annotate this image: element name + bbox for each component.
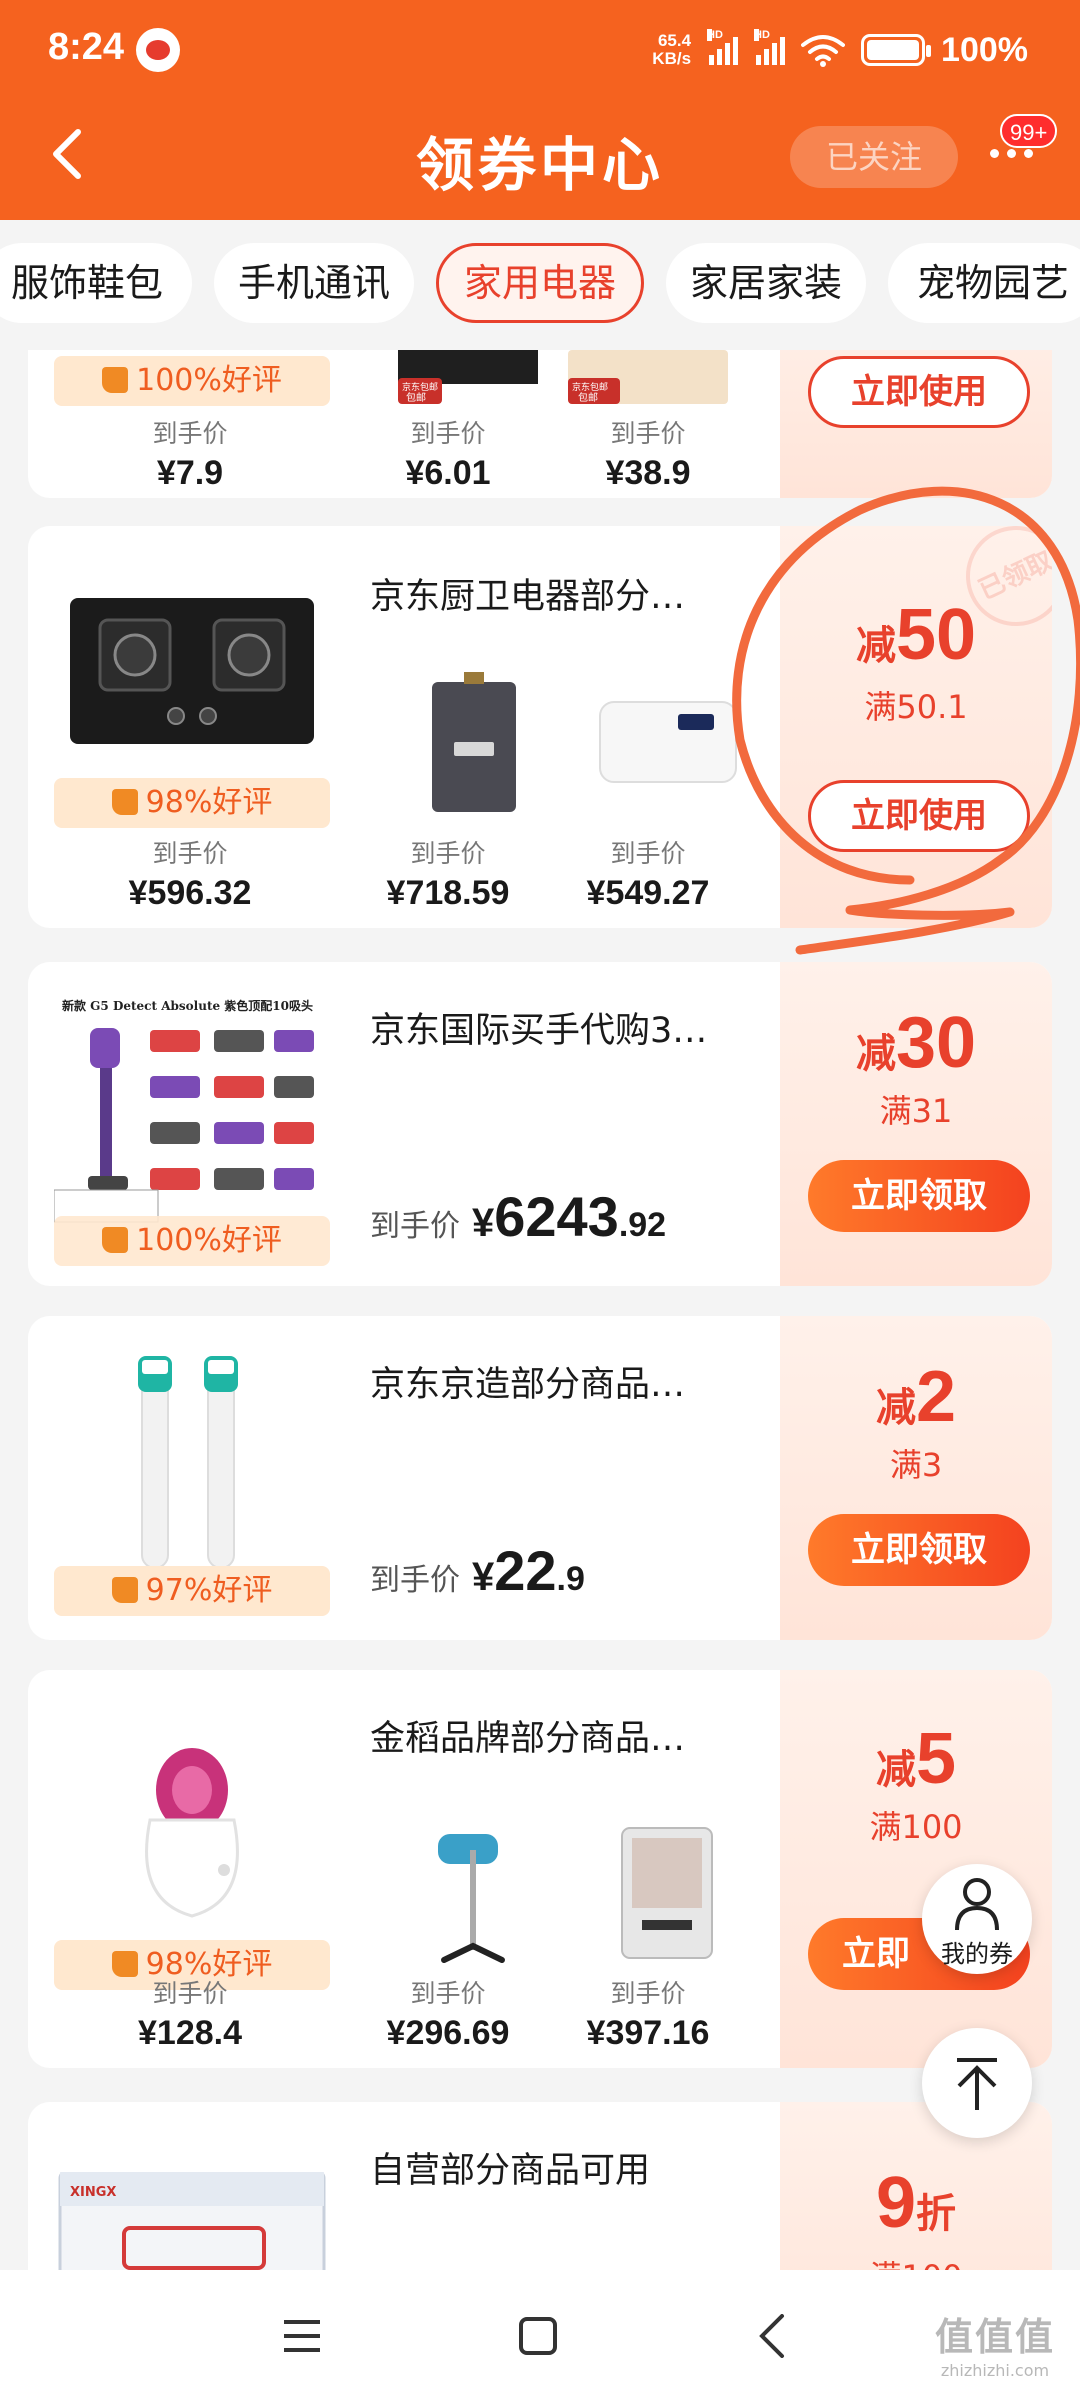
follow-button[interactable]: 已关注 [790, 126, 958, 188]
product-price: 到手价 ¥128.4 [138, 1979, 242, 2052]
use-now-button[interactable]: 立即使用 [808, 780, 1030, 852]
svg-text:包邮: 包邮 [578, 391, 598, 404]
coupon-card[interactable]: 98%好评 京东厨卫电器部分… 到手价 ¥596.32 到手价 ¥718.59 [28, 526, 1052, 928]
electric-water-heater-image[interactable] [588, 672, 748, 822]
coupon-card[interactable]: XINGX 自营部分商品可用 9折 满100 [28, 2102, 1052, 2270]
claim-now-button[interactable]: 立即领取 [808, 1514, 1030, 1586]
chest-freezer-image[interactable]: XINGX [54, 2172, 330, 2270]
back-icon[interactable] [756, 2314, 786, 2358]
watermark: 值值值 zhizhizhi.com [934, 2315, 1055, 2380]
use-now-button[interactable]: 立即使用 [808, 356, 1030, 428]
tab-home[interactable]: 家居家装 [666, 243, 866, 323]
product-price: 到手价 ¥549.27 [586, 839, 710, 912]
coupon-amount: 9折 [875, 2163, 957, 2243]
water-heater-image[interactable] [394, 672, 554, 822]
coupon-amount: 减30 [855, 1003, 977, 1083]
coupon-card[interactable]: 98%好评 金稻品牌部分商品… 到手价 ¥128.4 到手价 ¥296.69 到… [28, 1670, 1052, 2068]
coupon-title: 金稻品牌部分商品… [370, 1719, 686, 1759]
coupon-title: 京东国际买手代购3… [370, 1011, 708, 1051]
rating-badge: 100%好评 [54, 356, 330, 406]
svg-text:XINGX: XINGX [70, 2185, 116, 2200]
product-price: 到手价 ¥6.01 [405, 419, 491, 492]
product-price: 到手价 ¥596.32 [128, 839, 252, 912]
signal-icon: HD [707, 29, 739, 65]
coupon-panel: 已领取 减50 满50.1 立即使用 [780, 526, 1052, 928]
wifi-icon [801, 35, 846, 67]
signal-icon: HD [754, 29, 786, 65]
more-dots-icon [990, 148, 999, 158]
toothbrush-heads-image[interactable] [54, 1356, 330, 1576]
product-price: 到手价 ¥6243.92 [370, 1185, 667, 1248]
svg-text:京东包邮: 京东包邮 [402, 381, 438, 393]
coupon-amount: 减5 [875, 1719, 957, 1799]
rating-badge: 97%好评 [54, 1566, 330, 1616]
coupon-condition: 满100 [869, 1808, 963, 1846]
coupon-title: 京东厨卫电器部分… [370, 577, 686, 617]
product-price: 到手价 ¥296.69 [386, 1979, 510, 2052]
thumbs-up-icon [111, 789, 138, 815]
coupon-title: 京东京造部分商品… [370, 1365, 686, 1405]
coupon-card[interactable]: 100%好评 京东包邮 包邮 京东包邮 包邮 到手价 ¥7.9 到手价 ¥6.0… [28, 350, 1052, 498]
coupon-panel: 减5 满100 立即 [780, 1670, 1052, 2068]
person-icon [955, 1878, 999, 1931]
home-square-icon[interactable] [518, 2316, 558, 2356]
tab-appliances[interactable]: 家用电器 [436, 243, 644, 323]
coupon-amount: 减50 [855, 595, 977, 675]
my-coupons-button[interactable]: 我的券 [922, 1864, 1032, 1974]
vacuum-cleaner-image[interactable]: 新款 G5 Detect Absolute 紫色顶配10吸头 [54, 990, 330, 1252]
product-price: 到手价 ¥718.59 [386, 839, 510, 912]
product-price: 到手价 ¥7.9 [152, 419, 228, 492]
product-price: 到手价 ¥22.9 [370, 1539, 585, 1602]
product-price: 到手价 ¥38.9 [605, 419, 691, 492]
app-header: 8:24 65.4 KB/s HD HD 100% 领券中心 已关注 99+ [0, 0, 1080, 220]
category-tabs: 服饰鞋包 手机通讯 家用电器 家居家装 宠物园艺 [0, 220, 1080, 350]
product-price: 到手价 ¥397.16 [586, 1979, 710, 2052]
coupon-panel: 立即使用 [780, 350, 1052, 498]
tab-clothing[interactable]: 服饰鞋包 [0, 243, 192, 323]
arrow-up-icon [957, 2058, 997, 2110]
steamer-stand-image[interactable] [394, 1820, 554, 1970]
coupon-panel: 9折 满100 [780, 2102, 1052, 2270]
thumbs-up-icon [102, 367, 129, 393]
coupon-list: 100%好评 京东包邮 包邮 京东包邮 包邮 到手价 ¥7.9 到手价 ¥6.0… [0, 350, 1080, 2270]
gas-stove-image[interactable] [54, 598, 330, 748]
notification-app-icon [136, 28, 180, 72]
rating-badge: 98%好评 [54, 778, 330, 828]
product-image[interactable]: 京东包邮 包邮 [568, 350, 728, 404]
notification-badge: 99+ [1000, 114, 1058, 148]
led-mask-image[interactable] [588, 1820, 748, 1970]
coupon-amount: 减2 [875, 1357, 957, 1437]
coupon-card[interactable]: 新款 G5 Detect Absolute 紫色顶配10吸头 100%好评 京东… [28, 962, 1052, 1286]
coupon-title: 自营部分商品可用 [370, 2151, 651, 2191]
network-speed: 65.4 KB/s [652, 31, 692, 68]
rating-badge: 100%好评 [54, 1216, 330, 1266]
battery-level: 100% [941, 30, 1028, 69]
svg-text:新款 G5 Detect Absolute 紫色顶配10吸头: 新款 G5 Detect Absolute 紫色顶配10吸头 [62, 998, 313, 1013]
svg-text:京东包邮: 京东包邮 [572, 381, 608, 393]
tab-phones[interactable]: 手机通讯 [214, 243, 414, 323]
coupon-condition: 满50.1 [864, 688, 968, 726]
coupon-panel: 减2 满3 立即领取 [780, 1316, 1052, 1640]
status-bar: 8:24 65.4 KB/s HD HD 100% [0, 0, 1080, 100]
back-to-top-button[interactable] [922, 2028, 1032, 2138]
coupon-condition: 满31 [879, 1092, 953, 1130]
system-navigation-bar [0, 2270, 1080, 2400]
battery-icon [861, 34, 932, 66]
coupon-condition: 满100 [780, 2252, 1052, 2270]
facial-steamer-image[interactable] [54, 1720, 330, 1920]
coupon-card[interactable]: 97%好评 京东京造部分商品… 到手价 ¥22.9 减2 满3 立即领取 [28, 1316, 1052, 1640]
product-image[interactable]: 京东包邮 包邮 [398, 350, 538, 404]
tab-pets-garden[interactable]: 宠物园艺 [888, 243, 1080, 323]
svg-text:包邮: 包邮 [406, 391, 426, 404]
menu-icon[interactable] [282, 2318, 322, 2354]
claim-now-button[interactable]: 立即领取 [808, 1160, 1030, 1232]
status-indicators: 65.4 KB/s HD HD 100% [652, 26, 1028, 74]
coupon-condition: 满3 [889, 1446, 943, 1484]
coupon-panel: 减30 满31 立即领取 [780, 962, 1052, 1286]
thumbs-up-icon [102, 1227, 129, 1253]
thumbs-up-icon [111, 1577, 138, 1603]
status-time: 8:24 [48, 26, 125, 68]
